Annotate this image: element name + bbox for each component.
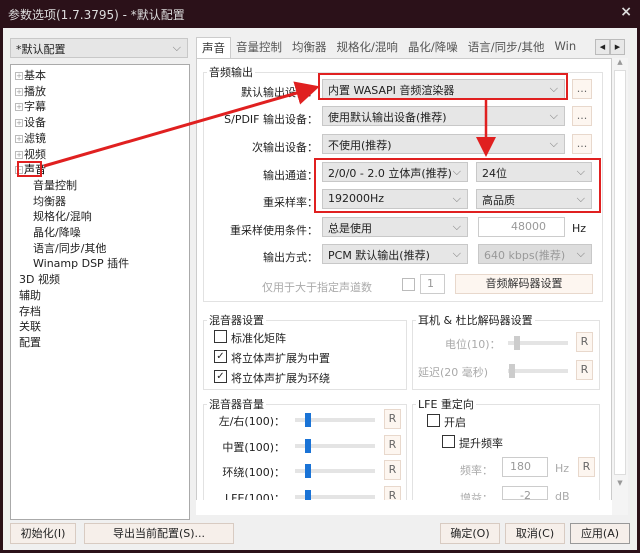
arrow-to-device bbox=[43, 81, 320, 168]
annotation-arrows bbox=[43, 81, 496, 168]
